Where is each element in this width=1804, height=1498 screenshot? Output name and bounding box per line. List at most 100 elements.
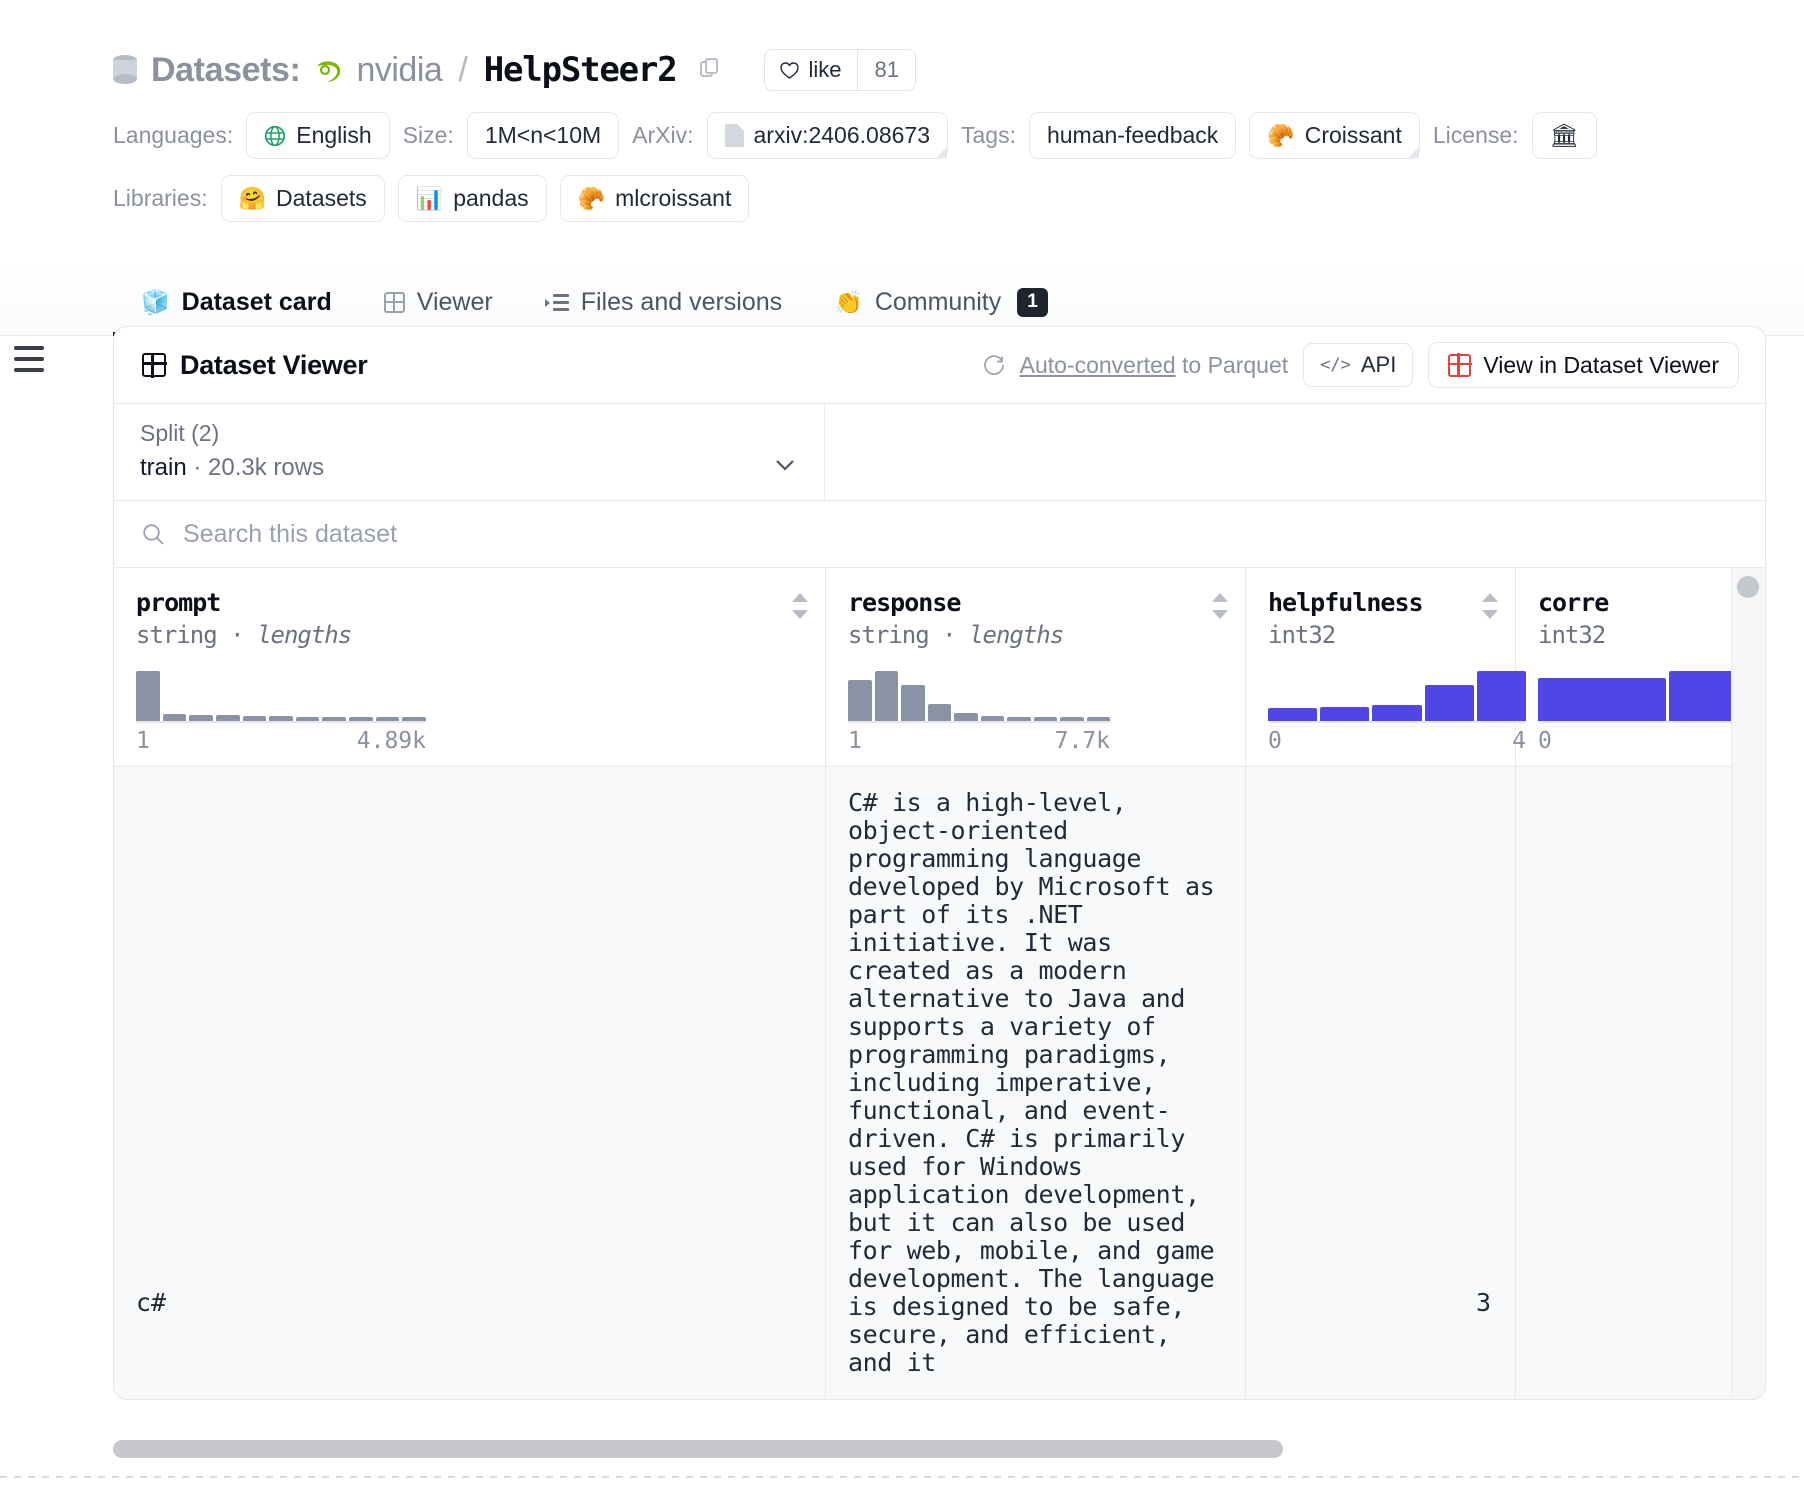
croissant-icon: 🥐 — [1267, 122, 1295, 148]
chip-lib-datasets-label: Datasets — [276, 185, 367, 211]
vertical-scrollbar[interactable] — [1731, 568, 1765, 1399]
chip-lib-pandas-label: pandas — [453, 185, 529, 211]
chip-tag-human-feedback[interactable]: human-feedback — [1028, 112, 1237, 159]
copy-icon[interactable] — [700, 58, 722, 82]
chip-lib-mlcroissant-label: mlcroissant — [615, 185, 732, 211]
histogram-bar — [269, 716, 293, 721]
table-icon — [141, 352, 167, 378]
hugging-face-icon: 🤗 — [238, 185, 267, 211]
org-name[interactable]: nvidia — [356, 51, 442, 90]
chip-license[interactable]: 🏛 — [1531, 112, 1597, 159]
cell-correctness[interactable] — [1516, 767, 1749, 1399]
cell-prompt-value: c# — [136, 1288, 167, 1317]
community-badge: 1 — [1017, 288, 1048, 317]
globe-icon — [264, 125, 286, 147]
histogram-response — [848, 671, 1110, 723]
like-button[interactable]: like — [765, 50, 857, 90]
languages-label: Languages: — [113, 122, 234, 148]
cell-response[interactable]: C# is a high-level, object-oriented prog… — [826, 767, 1246, 1399]
column-type-response: string · lengths — [848, 621, 1064, 649]
chip-croissant[interactable]: 🥐 Croissant — [1249, 112, 1420, 159]
table-row[interactable]: c# C# is a high-level, object-oriented p… — [114, 767, 1765, 1399]
auto-converted-rest: to Parquet — [1175, 351, 1289, 378]
histogram-bar — [1086, 717, 1110, 721]
croissant-icon: 🥐 — [577, 185, 606, 211]
column-type-prompt: string · lengths — [136, 621, 352, 649]
histogram-bar — [1033, 717, 1057, 721]
histogram-bar — [349, 717, 373, 721]
column-name-response: response — [848, 588, 961, 617]
tab-community-label: Community — [874, 288, 1002, 316]
histogram-bar — [136, 671, 160, 721]
chip-size[interactable]: 1M<n<10M — [466, 112, 620, 159]
chip-language-label: English — [296, 122, 372, 148]
sort-toggle-helpfulness[interactable] — [1482, 593, 1498, 619]
tab-bar: 🧊 Dataset card Viewer Files and versions… — [0, 262, 1804, 336]
view-button-label: View in Dataset Viewer — [1483, 351, 1719, 378]
nvidia-logo-icon — [314, 59, 342, 85]
horizontal-scrollbar-thumb[interactable] — [113, 1440, 1283, 1458]
api-button[interactable]: </> API — [1303, 343, 1414, 387]
sidebar-toggle-icon[interactable] — [14, 346, 44, 379]
histogram-bar — [1060, 717, 1084, 721]
license-label: License: — [1432, 122, 1519, 148]
column-header-correctness: corre int32 0 — [1516, 568, 1765, 766]
cell-prompt[interactable]: c# — [114, 767, 826, 1399]
search-icon — [142, 523, 165, 546]
split-row-count: 20.3k rows — [208, 454, 325, 481]
chip-lib-pandas[interactable]: 📊 pandas — [397, 175, 547, 222]
histogram-bar — [189, 714, 213, 721]
search-input[interactable] — [183, 519, 783, 549]
viewer-header-left: Dataset Viewer — [141, 349, 368, 381]
histogram-bar — [295, 717, 320, 721]
sort-toggle-response[interactable] — [1212, 593, 1228, 619]
histogram-bar — [375, 717, 400, 721]
auto-converted-to-parquet-link[interactable]: Auto-converted to Parquet — [1020, 352, 1289, 379]
clapping-hands-icon: 👏 — [834, 289, 863, 315]
axis-min-response: 1 — [848, 728, 862, 754]
viewer-title: Dataset Viewer — [180, 349, 368, 380]
view-in-dataset-viewer-button[interactable]: View in Dataset Viewer — [1428, 342, 1739, 388]
chip-lib-datasets[interactable]: 🤗 Datasets — [220, 175, 385, 222]
vertical-scrollbar-thumb[interactable] — [1737, 576, 1759, 598]
bank-icon: 🏛 — [1549, 122, 1579, 148]
cube-icon: 🧊 — [141, 289, 170, 315]
histogram-bar — [848, 679, 872, 721]
axis-min-prompt: 1 — [136, 728, 150, 754]
cell-helpfulness-value: 3 — [1475, 1288, 1491, 1317]
chip-lib-mlcroissant[interactable]: 🥐 mlcroissant — [559, 175, 750, 222]
chip-croissant-label: Croissant — [1304, 122, 1402, 148]
page-body: Dataset Viewer Auto-converted to Parquet… — [0, 326, 1804, 1486]
horizontal-scrollbar[interactable] — [113, 1440, 1766, 1458]
histogram-bar — [1007, 717, 1031, 721]
axis-max-response: 7.7k — [1054, 728, 1110, 754]
column-name-helpfulness: helpfulness — [1268, 588, 1424, 617]
axis-min-helpfulness: 0 — [1268, 728, 1282, 754]
histogram-bar — [162, 714, 187, 721]
chip-language[interactable]: English — [246, 112, 390, 159]
like-label: like — [808, 57, 842, 82]
chip-arxiv[interactable]: arxiv:2406.08673 — [706, 112, 948, 159]
page-bottom-divider — [0, 1476, 1804, 1478]
column-type-correctness: int32 — [1538, 621, 1606, 649]
meta-row-2: Libraries: 🤗 Datasets 📊 pandas 🥐 mlcrois… — [113, 175, 1804, 222]
histogram-bar — [215, 715, 240, 721]
tab-dataset-card-label: Dataset card — [181, 288, 332, 316]
cell-helpfulness[interactable]: 3 — [1246, 767, 1516, 1399]
split-selector[interactable]: Split (2) train · 20.3k rows — [114, 404, 825, 500]
histogram-bar — [1268, 707, 1318, 721]
histogram-bar — [1320, 706, 1370, 721]
histogram-bar — [1424, 685, 1474, 721]
dataset-page: Datasets: nvidia / HelpSteer2 like 81 La… — [0, 0, 1804, 1498]
chip-arxiv-label: arxiv:2406.08673 — [753, 122, 930, 148]
viewer-header-right: Auto-converted to Parquet </> API View i… — [983, 342, 1739, 388]
histogram-axis-response: 1 7.7k — [848, 728, 1110, 754]
repo-name[interactable]: HelpSteer2 — [484, 50, 678, 90]
sort-toggle-prompt[interactable] — [792, 593, 808, 619]
histogram-bar — [322, 717, 346, 721]
repo-title-row: Datasets: nvidia / HelpSteer2 like 81 — [113, 44, 1804, 96]
split-name: train — [140, 454, 187, 481]
like-count: 81 — [857, 50, 915, 90]
histogram-helpfulness — [1268, 671, 1526, 723]
axis-min-correctness: 0 — [1538, 728, 1552, 754]
